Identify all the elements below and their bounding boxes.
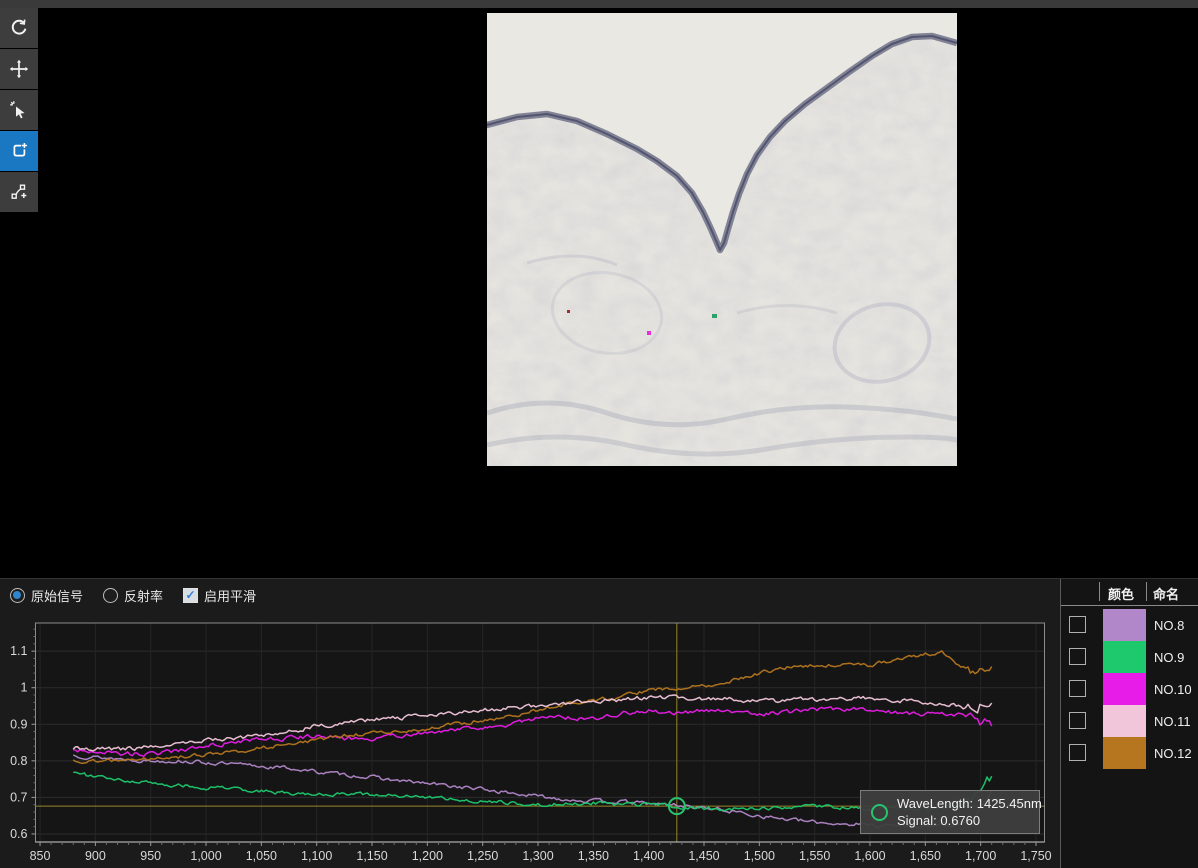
legend-row-color-swatch[interactable] xyxy=(1103,609,1146,641)
y-axis-tick-label: 0.6 xyxy=(10,827,27,841)
toolbar-button-add-region[interactable] xyxy=(0,131,38,171)
add-path-points-icon xyxy=(9,182,29,202)
pan-move-icon xyxy=(9,59,29,79)
tooltip-signal: Signal: 0.6760 xyxy=(897,812,1042,829)
legend-header-name: 命名 xyxy=(1153,584,1179,603)
measurement-point-red[interactable] xyxy=(567,310,570,313)
radio-raw-signal-label: 原始信号 xyxy=(31,586,83,605)
tooltip-wavelength: WaveLength: 1425.45nm xyxy=(897,795,1042,812)
x-axis-tick-label: 1,000 xyxy=(190,849,221,863)
y-axis-tick-label: 1 xyxy=(21,681,28,695)
add-region-icon xyxy=(9,141,29,161)
x-axis-tick-label: 1,700 xyxy=(965,849,996,863)
x-axis-tick-label: 1,600 xyxy=(854,849,885,863)
legend-row: NO.8 xyxy=(1061,609,1198,641)
x-axis-tick-label: 1,350 xyxy=(578,849,609,863)
y-axis-tick-label: 0.7 xyxy=(10,790,27,804)
radio-selected-icon xyxy=(10,588,25,603)
y-axis-tick-label: 1.1 xyxy=(10,644,27,658)
legend-row: NO.10 xyxy=(1061,673,1198,705)
legend-row-checkbox[interactable] xyxy=(1069,680,1086,697)
x-axis-tick-label: 1,100 xyxy=(301,849,332,863)
x-axis-tick-label: 1,650 xyxy=(910,849,941,863)
legend-header: 颜色 命名 xyxy=(1061,579,1198,606)
radio-raw-signal[interactable]: 原始信号 xyxy=(10,586,83,605)
x-axis-tick-label: 1,150 xyxy=(356,849,387,863)
legend-row: NO.9 xyxy=(1061,641,1198,673)
legend-row-checkbox[interactable] xyxy=(1069,712,1086,729)
x-axis-tick-label: 1,300 xyxy=(522,849,553,863)
x-axis-tick-label: 1,250 xyxy=(467,849,498,863)
radio-unselected-icon xyxy=(103,588,118,603)
checkbox-checked-icon: ✓ xyxy=(183,588,198,603)
refresh-view-icon xyxy=(9,18,29,38)
radio-reflectance-label: 反射率 xyxy=(124,586,163,605)
microscopy-image[interactable] xyxy=(487,13,957,466)
legend-row-name: NO.11 xyxy=(1154,714,1191,729)
x-axis-tick-label: 1,050 xyxy=(246,849,277,863)
legend-row-checkbox[interactable] xyxy=(1069,744,1086,761)
left-toolbar xyxy=(0,8,38,212)
x-axis-tick-label: 900 xyxy=(85,849,106,863)
x-axis-tick-label: 1,450 xyxy=(688,849,719,863)
measurement-point-magenta[interactable] xyxy=(647,331,651,335)
tissue-image-svg xyxy=(487,13,957,466)
legend-row-color-swatch[interactable] xyxy=(1103,737,1146,769)
legend-row-color-swatch[interactable] xyxy=(1103,673,1146,705)
legend-row: NO.11 xyxy=(1061,705,1198,737)
legend-row-name: NO.9 xyxy=(1154,650,1184,665)
y-axis-tick-label: 0.9 xyxy=(10,717,27,731)
x-axis-tick-label: 1,500 xyxy=(744,849,775,863)
legend-row-color-swatch[interactable] xyxy=(1103,641,1146,673)
legend-header-separator xyxy=(1146,582,1147,601)
app-root: 原始信号 反射率 ✓ 启用平滑 850 900 950 1,000 1,050 1,100… xyxy=(0,0,1198,868)
signal-controls: 原始信号 反射率 ✓ 启用平滑 xyxy=(0,579,1060,611)
pick-point-icon xyxy=(9,100,29,120)
toolbar-button-pick-point[interactable] xyxy=(0,90,38,130)
chart-tooltip: WaveLength: 1425.45nm Signal: 0.6760 xyxy=(860,790,1040,834)
legend-row: NO.12 xyxy=(1061,737,1198,769)
x-axis-tick-label: 950 xyxy=(140,849,161,863)
spectrum-panel: 原始信号 反射率 ✓ 启用平滑 850 900 950 1,000 1,050 1,100… xyxy=(0,578,1198,868)
x-axis-tick-label: 1,200 xyxy=(412,849,443,863)
x-axis-tick-label: 1,400 xyxy=(633,849,664,863)
radio-reflectance[interactable]: 反射率 xyxy=(103,586,163,605)
toolbar-button-add-path-points[interactable] xyxy=(0,172,38,212)
legend-header-separator xyxy=(1099,582,1100,601)
x-axis-tick-label: 1,550 xyxy=(799,849,830,863)
measurement-point-green[interactable] xyxy=(712,314,717,318)
legend-rows: NO.8 NO.9 NO.10 NO.11 NO.12 xyxy=(1061,609,1198,769)
checkbox-smoothing[interactable]: ✓ 启用平滑 xyxy=(183,586,256,605)
legend-row-name: NO.8 xyxy=(1154,618,1184,633)
legend-header-color: 颜色 xyxy=(1108,584,1134,603)
legend-row-checkbox[interactable] xyxy=(1069,616,1086,633)
legend-row-name: NO.10 xyxy=(1154,682,1192,697)
marker-circle-icon xyxy=(871,804,888,821)
toolbar-button-pan-move[interactable] xyxy=(0,49,38,89)
y-axis-tick-label: 0.8 xyxy=(10,754,27,768)
checkbox-smoothing-label: 启用平滑 xyxy=(204,586,256,605)
legend-row-checkbox[interactable] xyxy=(1069,648,1086,665)
x-axis-tick-label: 1,750 xyxy=(1020,849,1051,863)
legend-panel: 颜色 命名 NO.8 NO.9 NO.10 NO.11 NO.12 xyxy=(1060,579,1198,868)
toolbar-button-refresh-view[interactable] xyxy=(0,8,38,48)
x-axis-tick-label: 850 xyxy=(30,849,51,863)
legend-row-name: NO.12 xyxy=(1154,746,1192,761)
window-top-bar xyxy=(0,0,1198,8)
legend-row-color-swatch[interactable] xyxy=(1103,705,1146,737)
